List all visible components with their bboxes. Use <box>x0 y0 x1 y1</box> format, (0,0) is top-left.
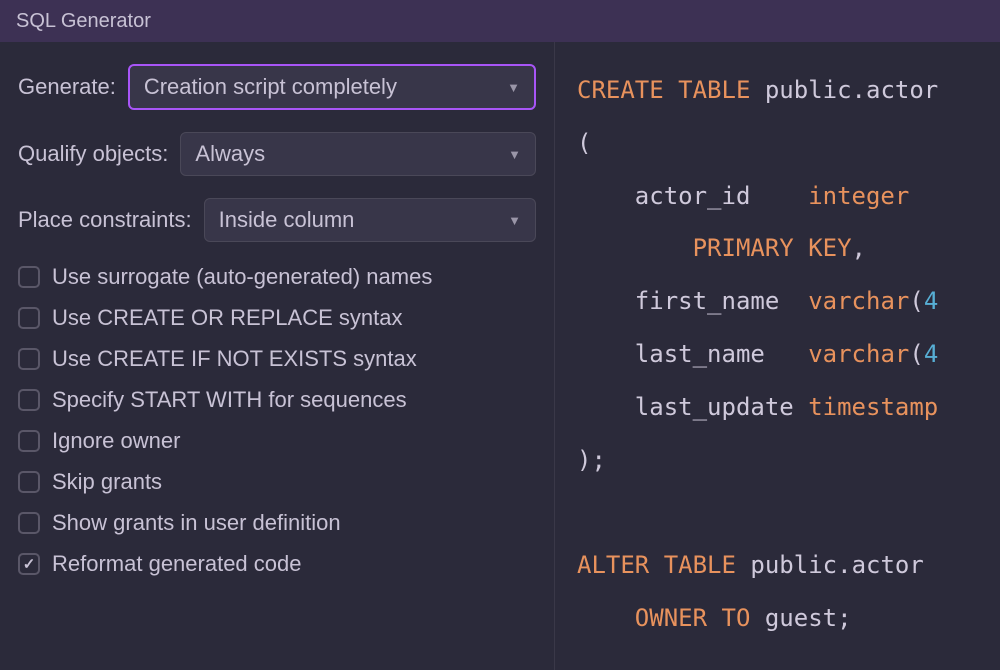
content-area: Generate: Creation script completely ▼ Q… <box>0 42 1000 670</box>
chevron-down-icon: ▼ <box>508 147 521 162</box>
code-identifier: last_update <box>635 393 794 421</box>
checkbox-label: Show grants in user definition <box>52 510 341 536</box>
checkbox-start-with[interactable]: Specify START WITH for sequences <box>18 387 536 413</box>
code-symbol: ( <box>909 287 923 315</box>
code-number: 4 <box>924 340 938 368</box>
checkbox-label: Specify START WITH for sequences <box>52 387 407 413</box>
code-identifier: guest <box>765 604 837 632</box>
code-type: timestamp <box>808 393 938 421</box>
code-symbol: . <box>837 551 851 579</box>
chevron-down-icon: ▼ <box>508 213 521 228</box>
checkbox-list: Use surrogate (auto-generated) names Use… <box>18 264 536 577</box>
checkbox-label: Skip grants <box>52 469 162 495</box>
checkbox-icon <box>18 430 40 452</box>
code-symbol: , <box>852 234 866 262</box>
code-symbol: ; <box>837 604 851 632</box>
checkbox-ignore-owner[interactable]: Ignore owner <box>18 428 536 454</box>
code-type: varchar <box>808 340 909 368</box>
qualify-select[interactable]: Always ▼ <box>180 132 536 176</box>
checkbox-icon <box>18 389 40 411</box>
code-symbol: ( <box>909 340 923 368</box>
constraints-row: Place constraints: Inside column ▼ <box>18 198 536 242</box>
generate-label: Generate: <box>18 74 116 100</box>
checkbox-icon <box>18 553 40 575</box>
code-identifier: actor <box>866 76 938 104</box>
checkbox-icon <box>18 512 40 534</box>
code-symbol: . <box>852 76 866 104</box>
code-type: integer <box>808 182 909 210</box>
qualify-row: Qualify objects: Always ▼ <box>18 132 536 176</box>
generate-select[interactable]: Creation script completely ▼ <box>128 64 536 110</box>
window-title: SQL Generator <box>16 10 151 33</box>
code-identifier: last_name <box>635 340 765 368</box>
checkbox-create-or-replace[interactable]: Use CREATE OR REPLACE syntax <box>18 305 536 331</box>
checkbox-label: Use CREATE OR REPLACE syntax <box>52 305 402 331</box>
chevron-down-icon: ▼ <box>507 80 520 95</box>
checkbox-icon <box>18 348 40 370</box>
code-keyword: ALTER TABLE <box>577 551 736 579</box>
generate-select-value: Creation script completely <box>144 74 397 100</box>
code-keyword: PRIMARY KEY <box>693 234 852 262</box>
code-symbol: ( <box>577 129 591 157</box>
constraints-label: Place constraints: <box>18 207 192 233</box>
checkbox-show-grants[interactable]: Show grants in user definition <box>18 510 536 536</box>
code-identifier: actor_id <box>635 182 751 210</box>
constraints-select-value: Inside column <box>219 207 355 233</box>
checkbox-create-if-not-exists[interactable]: Use CREATE IF NOT EXISTS syntax <box>18 346 536 372</box>
code-symbol: ); <box>577 446 606 474</box>
code-number: 4 <box>924 287 938 315</box>
checkbox-label: Reformat generated code <box>52 551 302 577</box>
code-type: varchar <box>808 287 909 315</box>
code-preview: CREATE TABLE public.actor ( actor_id int… <box>555 42 1000 670</box>
code-identifier: public <box>750 551 837 579</box>
code-identifier: public <box>765 76 852 104</box>
checkbox-label: Use CREATE IF NOT EXISTS syntax <box>52 346 417 372</box>
generate-row: Generate: Creation script completely ▼ <box>18 64 536 110</box>
checkbox-surrogate-names[interactable]: Use surrogate (auto-generated) names <box>18 264 536 290</box>
checkbox-icon <box>18 307 40 329</box>
options-panel: Generate: Creation script completely ▼ Q… <box>0 42 555 670</box>
title-bar: SQL Generator <box>0 0 1000 42</box>
code-identifier: actor <box>852 551 924 579</box>
checkbox-skip-grants[interactable]: Skip grants <box>18 469 536 495</box>
qualify-select-value: Always <box>195 141 265 167</box>
checkbox-label: Ignore owner <box>52 428 180 454</box>
code-identifier: first_name <box>635 287 780 315</box>
checkbox-reformat[interactable]: Reformat generated code <box>18 551 536 577</box>
checkbox-label: Use surrogate (auto-generated) names <box>52 264 432 290</box>
constraints-select[interactable]: Inside column ▼ <box>204 198 536 242</box>
code-keyword: OWNER TO <box>635 604 751 632</box>
qualify-label: Qualify objects: <box>18 141 168 167</box>
checkbox-icon <box>18 471 40 493</box>
code-keyword: CREATE TABLE <box>577 76 750 104</box>
checkbox-icon <box>18 266 40 288</box>
